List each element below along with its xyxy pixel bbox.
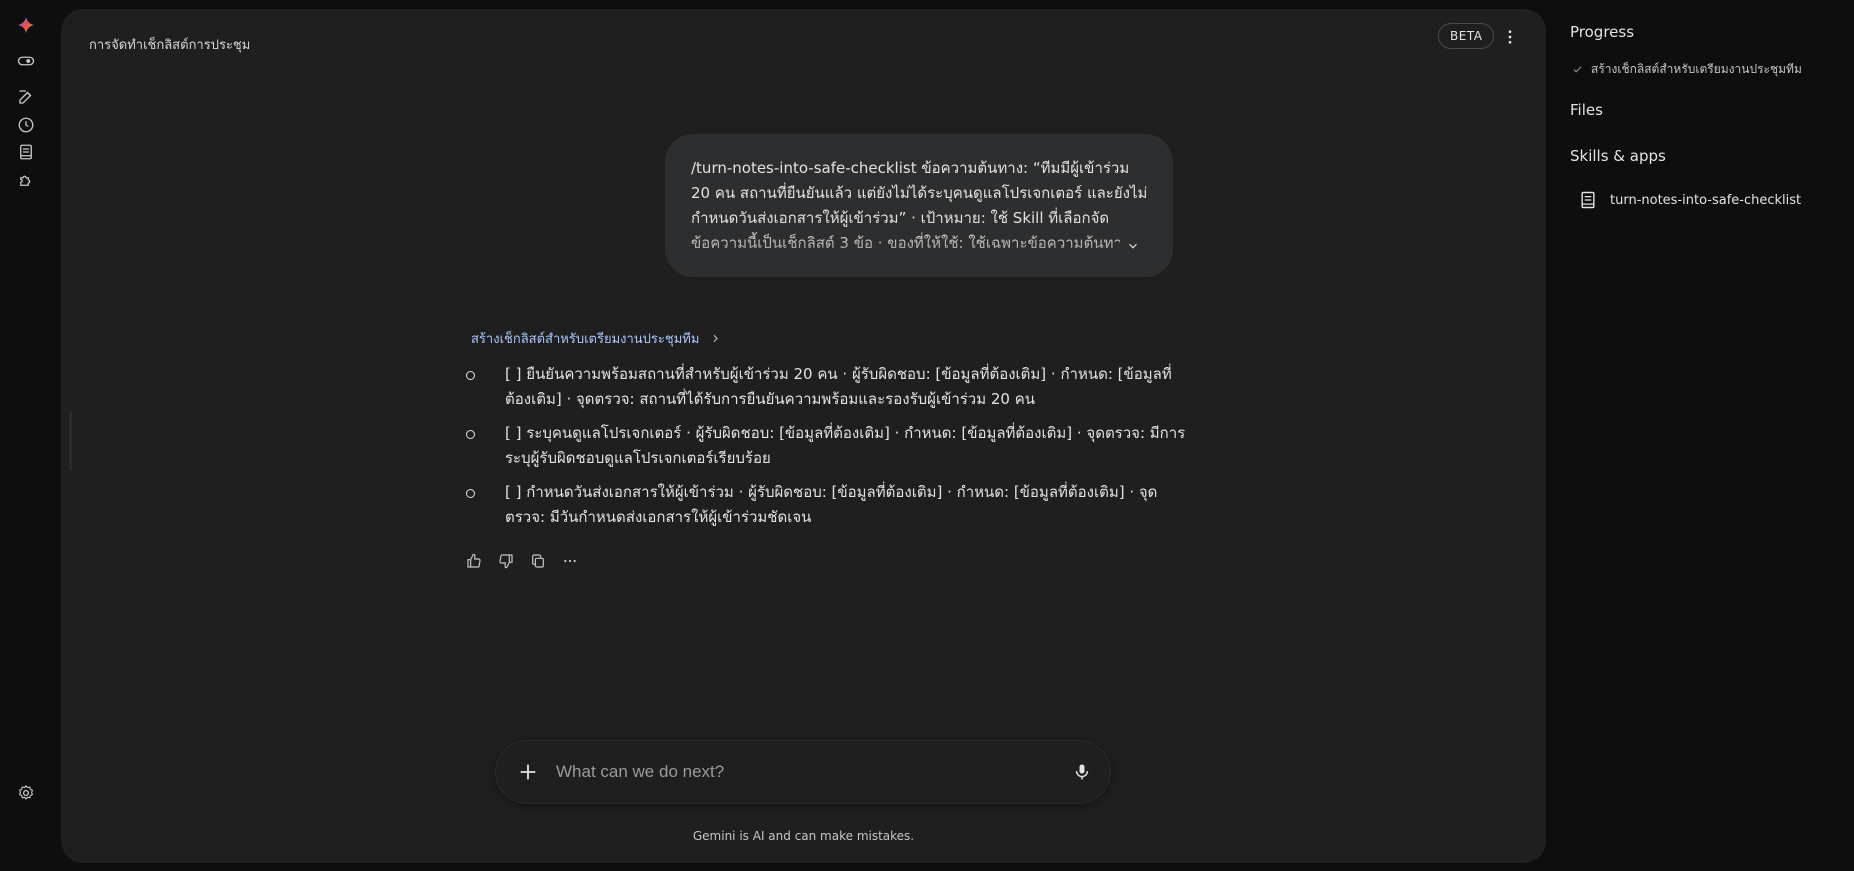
microphone-icon bbox=[1075, 764, 1089, 780]
toggle-icon[interactable] bbox=[12, 47, 40, 75]
settings-icon[interactable] bbox=[12, 779, 40, 807]
history-icon[interactable] bbox=[12, 111, 40, 139]
chevron-right-icon bbox=[713, 334, 719, 343]
left-rail bbox=[0, 0, 52, 871]
user-message-bubble: /turn-notes-into-safe-checklist ข้อความต… bbox=[665, 134, 1173, 277]
bullet-icon bbox=[466, 371, 475, 380]
gemini-logo-icon[interactable] bbox=[12, 11, 40, 39]
progress-title: Progress bbox=[1570, 23, 1635, 41]
microphone-button[interactable] bbox=[1068, 758, 1096, 786]
thumbs-up-icon bbox=[467, 553, 481, 568]
prompt-input-box bbox=[496, 741, 1110, 803]
thought-label: สร้างเช็กลิสต์สำหรับเตรียมงานประชุมทีม bbox=[471, 332, 700, 347]
checklist-item: [ ] ระบุคนดูแลโปรเจกเตอร์ · ผู้รับผิดชอบ… bbox=[461, 421, 1191, 471]
skill-name: turn-notes-into-safe-checklist bbox=[1610, 192, 1802, 208]
progress-item: สร้างเช็กลิสต์สำหรับเตรียมงานประชุมทีม bbox=[1572, 60, 1802, 79]
disclaimer: Gemini is AI and can make mistakes. bbox=[692, 829, 915, 843]
thumbs-down-icon bbox=[499, 554, 513, 569]
library-icon[interactable] bbox=[12, 138, 40, 166]
show-thinking-link[interactable]: สร้างเช็กลิสต์สำหรับเตรียมงานประชุมทีม bbox=[471, 328, 722, 349]
copy-button[interactable] bbox=[524, 547, 552, 575]
plus-icon bbox=[520, 764, 536, 780]
panel-resize-handle[interactable] bbox=[69, 411, 72, 471]
more-horizontal-icon bbox=[564, 559, 576, 563]
checklist: [ ] ยืนยันความพร้อมสถานที่สำหรับผู้เข้าร… bbox=[461, 362, 1261, 539]
user-message-text: /turn-notes-into-safe-checklist ข้อความต… bbox=[691, 159, 1148, 252]
more-options-icon[interactable] bbox=[1498, 25, 1522, 49]
skills-title: Skills & apps bbox=[1570, 147, 1666, 165]
beta-badge: BETA bbox=[1438, 23, 1495, 49]
more-actions-button[interactable] bbox=[556, 547, 584, 575]
thumbs-up-button[interactable] bbox=[460, 547, 488, 575]
new-chat-icon[interactable] bbox=[12, 83, 40, 111]
expand-message-button[interactable] bbox=[1119, 232, 1147, 260]
checklist-item-text: [ ] กำหนดวันส่งเอกสารให้ผู้เข้าร่วม · ผู… bbox=[505, 483, 1158, 526]
chevron-down-icon bbox=[1129, 243, 1137, 249]
chat-title: การจัดทำเช็กลิสต์การประชุม bbox=[89, 38, 251, 53]
files-title: Files bbox=[1570, 101, 1603, 119]
add-attachment-button[interactable] bbox=[514, 758, 542, 786]
checklist-item: [ ] ยืนยันความพร้อมสถานที่สำหรับผู้เข้าร… bbox=[461, 362, 1191, 412]
response-actions bbox=[460, 547, 584, 575]
copy-icon bbox=[532, 554, 544, 568]
side-panel: Progress สร้างเช็กลิสต์สำหรับเตรียมงานปร… bbox=[1570, 0, 1854, 871]
extensions-icon[interactable] bbox=[12, 166, 40, 194]
skill-item[interactable]: turn-notes-into-safe-checklist bbox=[1578, 190, 1801, 210]
bullet-icon bbox=[466, 489, 475, 498]
chat-panel: การจัดทำเช็กลิสต์การประชุม BETA /turn-no… bbox=[61, 9, 1546, 863]
skill-document-icon bbox=[1581, 191, 1595, 209]
checklist-item: [ ] กำหนดวันส่งเอกสารให้ผู้เข้าร่วม · ผู… bbox=[461, 480, 1191, 530]
checklist-item-text: [ ] ยืนยันความพร้อมสถานที่สำหรับผู้เข้าร… bbox=[505, 365, 1172, 408]
prompt-input[interactable] bbox=[554, 756, 1034, 788]
thumbs-down-button[interactable] bbox=[492, 547, 520, 575]
checklist-item-text: [ ] ระบุคนดูแลโปรเจกเตอร์ · ผู้รับผิดชอบ… bbox=[505, 424, 1186, 467]
check-icon bbox=[1573, 66, 1582, 73]
progress-item-label: สร้างเช็กลิสต์สำหรับเตรียมงานประชุมทีม bbox=[1591, 62, 1802, 76]
bullet-icon bbox=[466, 430, 475, 439]
